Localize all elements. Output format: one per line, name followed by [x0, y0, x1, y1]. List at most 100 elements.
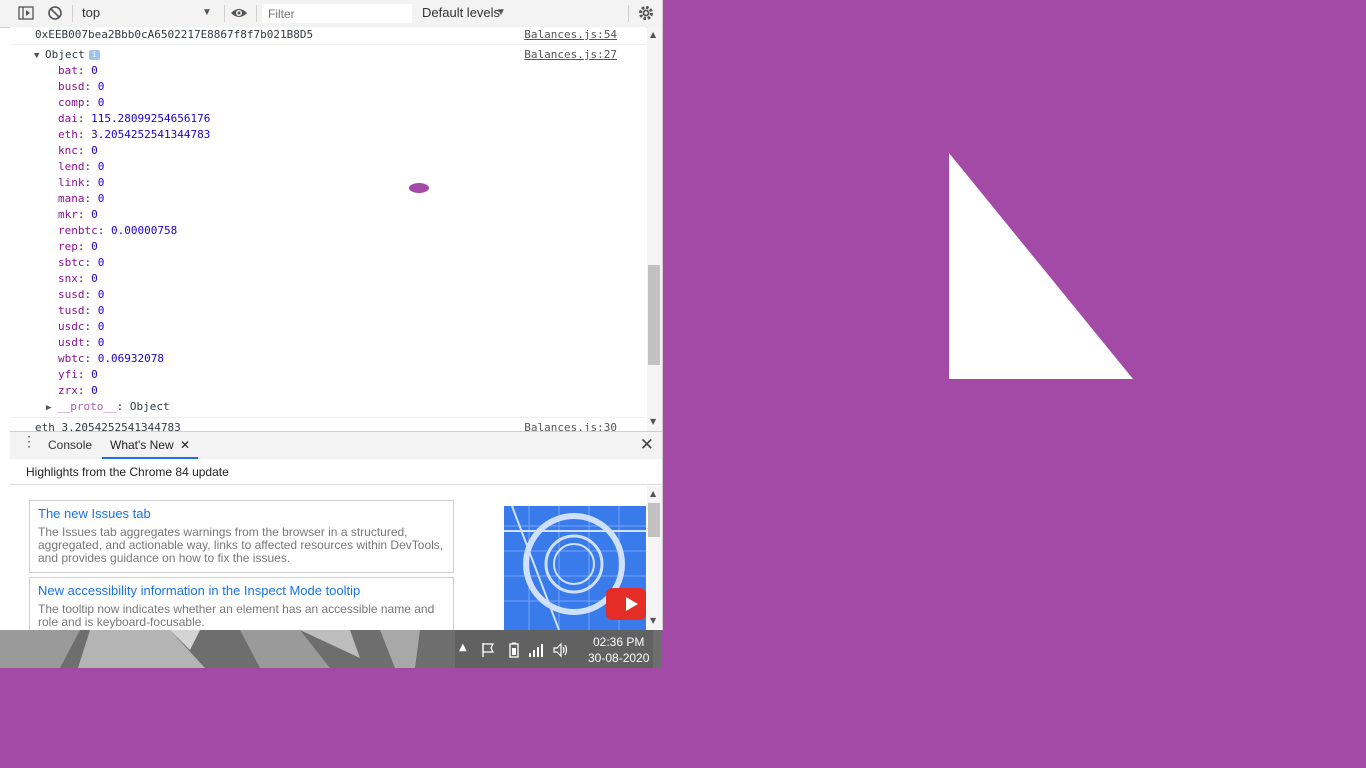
whats-new-scrollbar[interactable]: ▲ ▼ — [647, 486, 662, 630]
whats-new-content: The new Issues tab The Issues tab aggreg… — [10, 486, 646, 630]
system-clock[interactable]: 02:36 PM 30-08-2020 — [588, 634, 649, 666]
expand-triangle-icon[interactable]: ▶ — [46, 400, 57, 416]
tab-whats-new-label: What's New — [110, 438, 174, 452]
object-property-row: link: 0 — [58, 176, 105, 189]
property-value: 0 — [91, 144, 98, 157]
info-icon[interactable]: i — [88, 50, 100, 60]
close-tab-icon[interactable]: ✕ — [180, 438, 190, 452]
property-value: 0 — [97, 80, 105, 93]
flag-icon[interactable] — [480, 642, 496, 662]
proto-row[interactable]: ▶ __proto__: Object — [46, 399, 170, 415]
volume-icon[interactable] — [552, 642, 570, 662]
card-description: The Issues tab aggregates warnings from … — [38, 525, 444, 565]
object-property-row: lend: 0 — [58, 160, 105, 173]
toggle-sidebar-icon[interactable] — [17, 4, 37, 24]
property-value: 0 — [97, 288, 105, 301]
property-value: 0 — [97, 320, 105, 333]
close-drawer-icon[interactable]: ✕ — [640, 435, 654, 455]
property-value: 0 — [97, 96, 105, 109]
property-value: 0 — [91, 208, 98, 221]
scrollbar-thumb[interactable] — [648, 265, 660, 365]
console-scrollbar[interactable]: ▲ ▼ — [647, 27, 662, 431]
clear-console-icon[interactable] — [46, 4, 66, 24]
expand-triangle-icon[interactable]: ▼ — [34, 48, 45, 64]
property-key: bat — [58, 64, 78, 77]
play-icon[interactable] — [606, 588, 646, 620]
context-selector[interactable]: top ▼ — [76, 3, 216, 23]
object-property-row: dai: 115.28099254656176 — [58, 112, 211, 125]
property-value: 3.2054252541344783 — [91, 128, 211, 141]
property-key: zrx — [58, 384, 78, 397]
object-property-row: tusd: 0 — [58, 304, 105, 317]
drawer-tabbar: ⋮ Console What's New ✕ ✕ — [10, 431, 662, 460]
card-title[interactable]: The new Issues tab — [38, 505, 445, 522]
white-triangle-shape — [949, 153, 1133, 379]
feature-card[interactable]: New accessibility information in the Ins… — [29, 577, 454, 630]
object-property-row: comp: 0 — [58, 96, 105, 109]
video-thumbnail[interactable] — [504, 506, 646, 630]
property-value: 0 — [91, 64, 98, 77]
object-property-row: sbtc: 0 — [58, 256, 105, 269]
source-link[interactable]: Balances.js:54 — [524, 27, 617, 43]
property-key: yfi — [58, 368, 78, 381]
chevron-down-icon: ▼ — [496, 7, 506, 18]
live-expression-eye-icon[interactable] — [229, 4, 249, 24]
log-message-address: 0xEEB007bea2Bbb0cA6502217E8867f8f7b021B8… — [35, 28, 314, 41]
object-property-row: busd: 0 — [58, 80, 105, 93]
property-key: usdc — [58, 320, 85, 333]
scroll-down-icon[interactable]: ▼ — [650, 417, 656, 426]
scrollbar-thumb[interactable] — [648, 503, 660, 537]
property-key: sbtc — [58, 256, 85, 269]
highlights-heading: Highlights from the Chrome 84 update — [10, 459, 662, 485]
feature-card[interactable]: The new Issues tab The Issues tab aggreg… — [29, 500, 454, 573]
property-key: eth — [58, 128, 78, 141]
property-key: busd — [58, 80, 85, 93]
toolbar-divider — [224, 5, 225, 22]
property-value: 0 — [91, 272, 98, 285]
property-key: link — [58, 176, 85, 189]
clock-date: 30-08-2020 — [588, 651, 650, 665]
property-value: 115.28099254656176 — [91, 112, 211, 125]
object-header[interactable]: ▼ Object i — [34, 47, 100, 63]
object-property-row: usdt: 0 — [58, 336, 105, 349]
property-value: 0 — [97, 160, 105, 173]
property-key: knc — [58, 144, 78, 157]
property-value: 0 — [91, 368, 98, 381]
object-property-row: rep: 0 — [58, 240, 98, 253]
gear-icon[interactable] — [637, 4, 657, 24]
show-hidden-icons-icon[interactable]: ▲ — [459, 642, 467, 653]
property-value: 0 — [97, 304, 105, 317]
scroll-down-icon[interactable]: ▼ — [650, 616, 656, 625]
property-value: 0 — [91, 384, 98, 397]
proto-key: __proto__ — [57, 400, 117, 413]
property-value: 0 — [97, 192, 105, 205]
toolbar-divider — [256, 5, 257, 22]
object-property-row: yfi: 0 — [58, 368, 98, 381]
tab-whats-new[interactable]: What's New ✕ — [102, 432, 199, 459]
object-property-row: knc: 0 — [58, 144, 98, 157]
object-property-row: mana: 0 — [58, 192, 105, 205]
property-key: usdt — [58, 336, 85, 349]
log-levels-dropdown[interactable]: Default levels ▼ — [422, 3, 512, 23]
filter-input[interactable] — [262, 4, 412, 23]
battery-icon[interactable] — [507, 642, 521, 662]
source-link[interactable]: Balances.js:30 — [524, 420, 617, 431]
tab-console[interactable]: Console — [48, 432, 92, 459]
source-link[interactable]: Balances.js:27 — [524, 47, 617, 63]
scroll-up-icon[interactable]: ▲ — [650, 489, 656, 498]
chevron-down-icon: ▼ — [202, 7, 212, 18]
property-key: susd — [58, 288, 85, 301]
log-levels-label: Default levels — [422, 5, 501, 20]
property-key: snx — [58, 272, 78, 285]
scroll-up-icon[interactable]: ▲ — [650, 30, 656, 39]
property-key: mkr — [58, 208, 78, 221]
card-title[interactable]: New accessibility information in the Ins… — [38, 582, 445, 599]
log-message-eth: eth 3.2054252541344783 — [35, 421, 181, 431]
toolbar-divider — [628, 5, 629, 22]
property-key: lend — [58, 160, 85, 173]
property-value: 0 — [97, 336, 105, 349]
context-value: top — [82, 5, 101, 20]
property-value: 0 — [91, 240, 98, 253]
more-options-icon[interactable]: ⋮ — [22, 434, 36, 448]
network-signal-icon[interactable] — [528, 642, 546, 662]
